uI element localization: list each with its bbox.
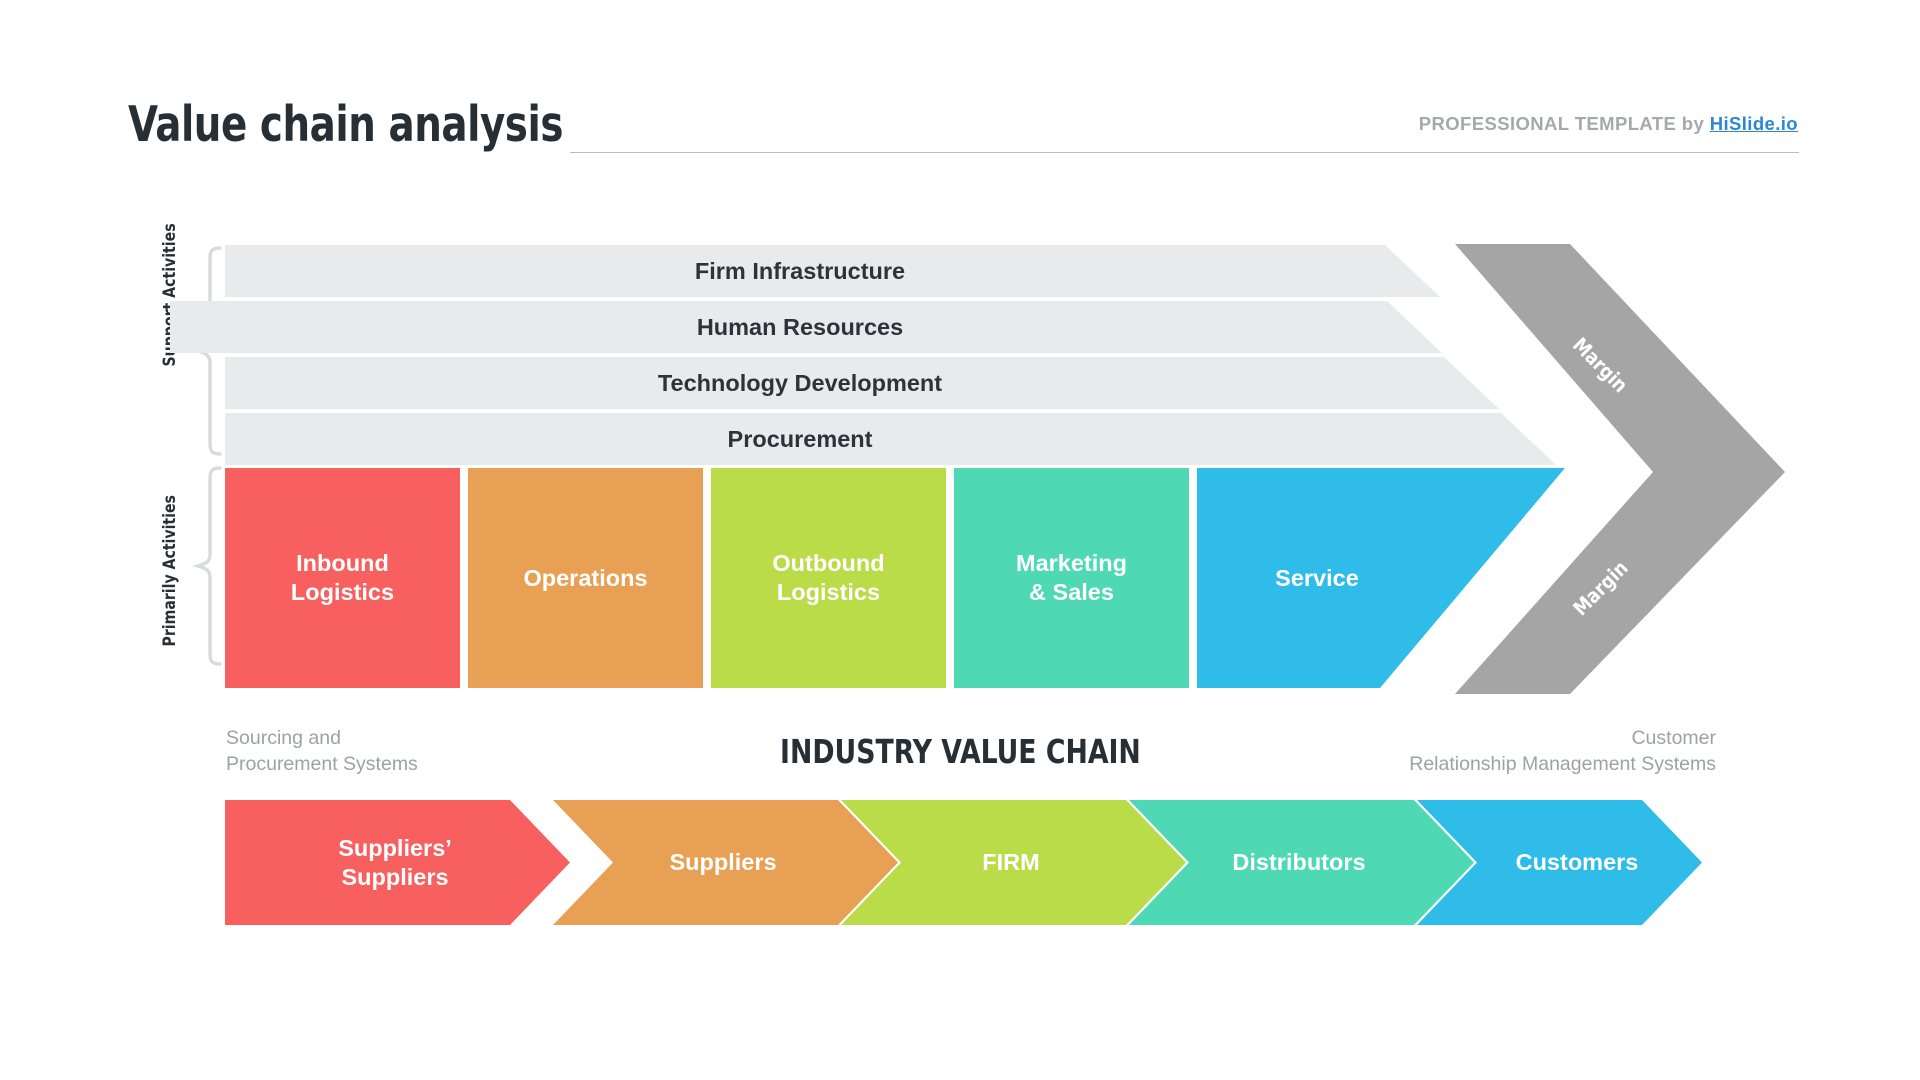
industry-value-chain-steps: Suppliers’ Suppliers Suppliers FIRM Dist…: [225, 800, 1705, 925]
primary-block-label: Operations: [523, 564, 648, 591]
hislide-link[interactable]: HiSlide.io: [1710, 113, 1798, 134]
industry-value-chain-title-text: INDUSTRY VALUE CHAIN: [779, 732, 1141, 771]
primary-block-label: Marketing & Sales: [1016, 550, 1127, 605]
primary-block-label: Outbound Logistics: [772, 550, 885, 605]
brand-credit-text: PROFESSIONAL TEMPLATE by: [1418, 113, 1710, 134]
primary-activities-group: Inbound Logistics Operations Outbound Lo…: [225, 468, 1625, 688]
support-row-label: Human Resources: [696, 313, 904, 340]
support-row-label: Technology Development: [657, 369, 943, 396]
support-row-label: Procurement: [727, 425, 873, 452]
support-row: Firm Infrastructure: [225, 245, 1585, 297]
support-row: Procurement: [225, 413, 1585, 465]
caption-customer-relationship: Customer Relationship Management Systems: [1409, 727, 1716, 775]
primary-activities-brace: [191, 466, 222, 666]
slide-canvas: Value chain analysis PROFESSIONAL TEMPLA…: [0, 0, 1920, 1080]
primary-activities-axis-label: Primarily Activities: [160, 495, 179, 647]
support-activities-group: Firm Infrastructure Human Resources Tech…: [170, 245, 1585, 465]
chain-arrow-label: FIRM: [982, 849, 1040, 876]
title-divider: [570, 152, 1799, 153]
chain-arrow-label: Suppliers’ Suppliers: [338, 834, 452, 890]
support-row-label: Firm Infrastructure: [694, 257, 906, 284]
chain-arrow-label: Customers: [1515, 849, 1639, 876]
support-row: Human Resources: [170, 301, 1585, 353]
support-row: Technology Development: [225, 357, 1585, 409]
chain-arrow-label: Distributors: [1232, 849, 1366, 876]
primary-block-label: Inbound Logistics: [290, 550, 395, 605]
chain-arrow-label: Suppliers: [669, 849, 777, 876]
brand-credit: PROFESSIONAL TEMPLATE by HiSlide.io: [1419, 113, 1798, 135]
page-title: Value chain analysis: [128, 96, 563, 153]
primary-block-label: Service: [1275, 564, 1359, 591]
slide-header: Value chain analysis PROFESSIONAL TEMPLA…: [0, 0, 1920, 180]
